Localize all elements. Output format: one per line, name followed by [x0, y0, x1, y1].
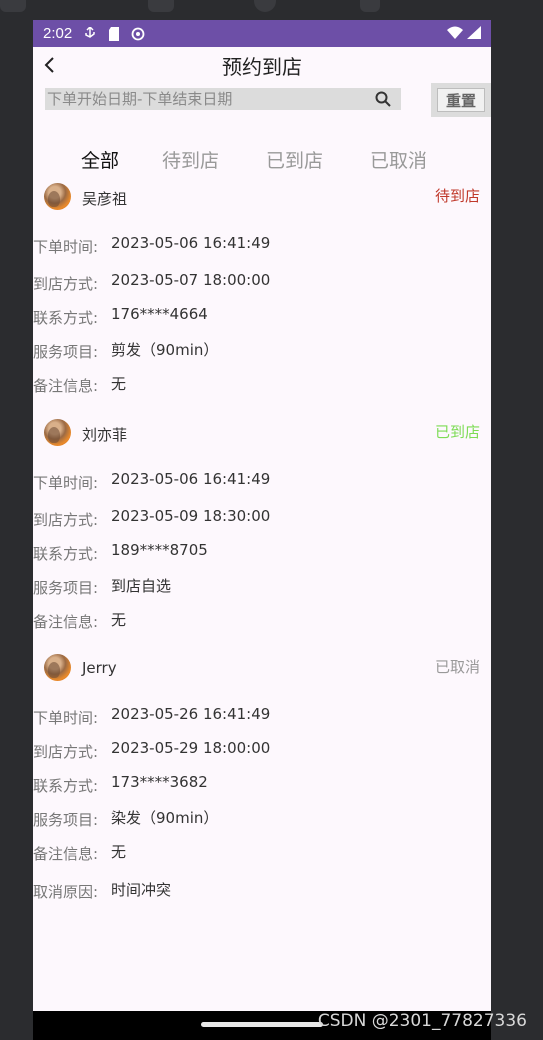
order-card-header: 刘亦菲 已到店: [33, 415, 491, 451]
avatar: [44, 654, 71, 681]
field-label: 下单时间:: [33, 238, 99, 256]
remark-row: 备注信息: 无: [33, 831, 491, 865]
tab-cancelled[interactable]: 已取消: [370, 146, 427, 173]
arrival-row: 到店方式: 2023-05-07 18:00:00: [33, 261, 491, 295]
order-time-row: 下单时间: 2023-05-06 16:41:49: [33, 451, 491, 497]
app-header: 预约到店: [33, 47, 491, 83]
wifi-icon: [447, 25, 463, 43]
remark-row: 备注信息: 无: [33, 599, 491, 633]
field-value: 2023-05-07 18:00:00: [111, 271, 271, 289]
status-badge: 待到店: [434, 187, 480, 205]
field-label: 到店方式:: [33, 743, 99, 761]
remark-row: 备注信息: 无: [33, 363, 491, 397]
status-badge: 已到店: [434, 423, 480, 441]
date-range-search: [45, 88, 401, 110]
field-value: 到店自选: [111, 577, 172, 595]
field-label: 服务项目:: [33, 343, 99, 361]
field-label: 联系方式:: [33, 545, 99, 563]
host-window-fragment: [360, 0, 380, 12]
field-value: 时间冲突: [111, 881, 172, 899]
field-value: 173****3682: [111, 773, 208, 791]
service-row: 服务项目: 到店自选: [33, 565, 491, 599]
order-card-header: 吴彦祖 待到店: [33, 179, 491, 215]
back-button[interactable]: [39, 53, 61, 77]
order-time-row: 下单时间: 2023-05-26 16:41:49: [33, 686, 491, 729]
reset-button[interactable]: 重置: [437, 88, 485, 112]
contact-row: 联系方式: 189****8705: [33, 531, 491, 565]
field-value: 2023-05-09 18:30:00: [111, 507, 271, 525]
search-row: 重置: [33, 83, 491, 119]
service-row: 服务项目: 染发（90min）: [33, 797, 491, 831]
arrival-row: 到店方式: 2023-05-09 18:30:00: [33, 497, 491, 531]
field-label: 取消原因:: [33, 883, 99, 901]
order-card-header: Jerry 已取消: [33, 650, 491, 686]
avatar: [44, 419, 71, 446]
phone-screen: 2:02 预约到店 下单开始日期-下单结束日期 重置 全部 待到店 已到店 已取…: [33, 20, 491, 1011]
field-value: 2023-05-06 16:41:49: [111, 234, 271, 252]
watermark: CSDN @2301_77827336: [317, 1011, 527, 1031]
search-icon[interactable]: [375, 91, 391, 107]
status-bar: 2:02: [33, 20, 491, 47]
status-time: 2:02: [43, 25, 73, 42]
customer-name: 吴彦祖: [82, 190, 128, 208]
sync-icon: [130, 27, 146, 41]
field-label: 服务项目:: [33, 579, 99, 597]
tab-all[interactable]: 全部: [81, 146, 119, 173]
order-time-row: 下单时间: 2023-05-06 16:41:49: [33, 215, 491, 261]
host-window-fragment: [254, 0, 276, 12]
tab-pending[interactable]: 待到店: [162, 146, 219, 173]
field-value: 2023-05-29 18:00:00: [111, 739, 271, 757]
field-value: 无: [111, 375, 127, 393]
field-label: 联系方式:: [33, 309, 99, 327]
status-tabs: 全部 待到店 已到店 已取消: [33, 139, 491, 179]
date-range-input[interactable]: [45, 90, 365, 108]
home-gesture-handle[interactable]: [201, 1022, 323, 1027]
avatar: [44, 183, 71, 210]
field-label: 服务项目:: [33, 811, 99, 829]
field-label: 到店方式:: [33, 511, 99, 529]
field-value: 剪发（90min）: [111, 341, 219, 359]
host-window-fragment: [148, 0, 174, 12]
reset-area: 重置: [431, 83, 491, 117]
status-badge: 已取消: [434, 658, 480, 676]
field-value: 176****4664: [111, 305, 208, 323]
host-window-fragment: [0, 0, 26, 12]
field-value: 染发（90min）: [111, 809, 219, 827]
field-value: 2023-05-26 16:41:49: [111, 705, 271, 723]
tab-arrived[interactable]: 已到店: [266, 146, 323, 173]
service-row: 服务项目: 剪发（90min）: [33, 329, 491, 363]
arrival-row: 到店方式: 2023-05-29 18:00:00: [33, 729, 491, 763]
contact-row: 联系方式: 176****4664: [33, 295, 491, 329]
field-value: 无: [111, 611, 127, 629]
field-label: 到店方式:: [33, 275, 99, 293]
contact-row: 联系方式: 173****3682: [33, 763, 491, 797]
field-value: 2023-05-06 16:41:49: [111, 470, 271, 488]
field-label: 备注信息:: [33, 377, 99, 395]
signal-icon: [467, 25, 481, 43]
status-right-icons: [447, 25, 481, 43]
customer-name: 刘亦菲: [82, 426, 128, 444]
chevron-left-icon: [44, 57, 54, 73]
field-label: 备注信息:: [33, 845, 99, 863]
order-card[interactable]: 吴彦祖 待到店 下单时间: 2023-05-06 16:41:49 到店方式: 20…: [33, 179, 491, 397]
host-window-top: [0, 0, 543, 20]
field-label: 联系方式:: [33, 777, 99, 795]
customer-name: Jerry: [82, 659, 117, 677]
order-card[interactable]: Jerry 已取消 下单时间: 2023-05-26 16:41:49 到店方式:…: [33, 650, 491, 903]
page-title: 预约到店: [222, 54, 302, 79]
cancel-reason-row: 取消原因: 时间冲突: [33, 865, 491, 903]
order-card[interactable]: 刘亦菲 已到店 下单时间: 2023-05-06 16:41:49 到店方式: 20…: [33, 415, 491, 633]
field-value: 189****8705: [111, 541, 208, 559]
field-label: 备注信息:: [33, 613, 99, 631]
sd-card-icon: [106, 26, 122, 41]
field-value: 无: [111, 843, 127, 861]
field-label: 下单时间:: [33, 474, 99, 492]
order-list: 吴彦祖 待到店 下单时间: 2023-05-06 16:41:49 到店方式: 20…: [33, 179, 491, 903]
field-label: 下单时间:: [33, 709, 99, 727]
usb-icon: [82, 26, 98, 41]
